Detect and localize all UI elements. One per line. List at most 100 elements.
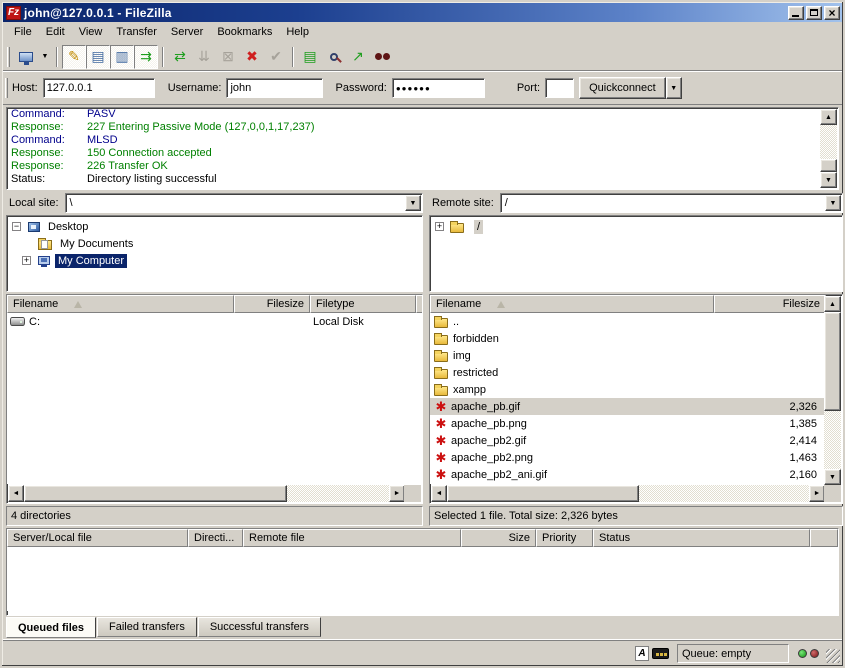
log-scrollbar[interactable] [820, 109, 837, 188]
scroll-track[interactable] [824, 312, 841, 469]
toggle-local-tree-button[interactable]: ▤ [86, 45, 110, 69]
port-input[interactable] [545, 78, 574, 98]
menu-help[interactable]: Help [279, 24, 316, 40]
host-input[interactable] [43, 78, 155, 98]
column-filesize[interactable]: Filesize [234, 295, 310, 313]
scroll-up-button[interactable] [824, 296, 841, 312]
disconnect-button[interactable]: ✖ [240, 45, 264, 69]
scroll-up-button[interactable] [820, 109, 837, 125]
remote-file-row[interactable]: ✱apache_pb2.gif2,414 [430, 432, 826, 449]
remote-list-body: .. forbidden img restricted xampp ✱apach… [430, 313, 826, 484]
refresh-button[interactable]: ⇄ [168, 45, 192, 69]
scrollbar-corner [824, 485, 841, 502]
menu-server[interactable]: Server [164, 24, 210, 40]
scroll-thumb[interactable] [820, 159, 837, 172]
process-queue-button[interactable]: ⇊ [192, 45, 216, 69]
remote-file-row[interactable]: ✱apache_pb.png1,385 [430, 415, 826, 432]
column-filename[interactable]: Filename [430, 295, 714, 313]
remote-dir-row[interactable]: restricted [430, 364, 826, 381]
menu-view[interactable]: View [72, 24, 110, 40]
scroll-thumb[interactable] [447, 485, 639, 502]
remote-file-row[interactable]: ✱apache_pb2.png1,463 [430, 449, 826, 466]
tree-item-my-computer[interactable]: My Computer [7, 252, 422, 269]
scroll-right-button[interactable] [809, 485, 825, 502]
close-button[interactable] [824, 6, 840, 20]
quickconnect-button[interactable]: Quickconnect [579, 77, 666, 99]
column-remote-file[interactable]: Remote file [243, 529, 461, 547]
column-status[interactable]: Status [593, 529, 810, 547]
expand-icon[interactable] [435, 222, 444, 231]
combo-dropdown-button[interactable] [825, 195, 841, 211]
site-manager-button[interactable] [14, 45, 38, 69]
column-last-modified[interactable]: L [416, 295, 423, 313]
clear-queue-button[interactable]: ✔ [264, 45, 288, 69]
folder-icon [434, 335, 448, 345]
scroll-track[interactable] [447, 485, 809, 502]
quickbar-grip[interactable] [5, 78, 8, 98]
directory-comparison-button[interactable] [322, 45, 346, 69]
tab-failed-transfers[interactable]: Failed transfers [97, 617, 197, 637]
scroll-left-button[interactable] [431, 485, 447, 502]
scroll-right-button[interactable] [389, 485, 405, 502]
collapse-icon[interactable] [12, 222, 21, 231]
password-input[interactable] [392, 78, 485, 98]
toggle-queue-button[interactable]: ⇉ [134, 45, 158, 69]
scroll-thumb[interactable] [24, 485, 287, 502]
local-site-combobox[interactable]: \ [65, 193, 423, 213]
cancel-operation-button[interactable]: ⊠ [216, 45, 240, 69]
column-server-local-file[interactable]: Server/Local file [7, 529, 188, 547]
remote-file-row-selected[interactable]: ✱apache_pb.gif2,326 [430, 398, 826, 415]
scroll-down-button[interactable] [824, 469, 841, 485]
expand-icon[interactable] [22, 256, 31, 265]
filter-button[interactable]: ▤ [298, 45, 322, 69]
log-text: 150 Connection accepted [87, 147, 212, 160]
scroll-thumb[interactable] [824, 312, 841, 411]
app-icon[interactable]: Fz [6, 6, 21, 20]
column-direction[interactable]: Directi... [188, 529, 243, 547]
column-priority[interactable]: Priority [536, 529, 593, 547]
toggle-message-log-button[interactable]: ✎ [62, 45, 86, 69]
minimize-button[interactable] [788, 6, 804, 20]
menu-bookmarks[interactable]: Bookmarks [210, 24, 279, 40]
remote-vertical-scrollbar[interactable] [824, 296, 841, 485]
remote-horizontal-scrollbar[interactable] [431, 485, 825, 502]
toolbar-grip[interactable] [7, 47, 10, 67]
site-manager-dropdown-button[interactable]: ▼ [38, 45, 52, 69]
column-size[interactable]: Size [461, 529, 536, 547]
tree-item-my-documents[interactable]: My Documents [7, 235, 422, 252]
local-horizontal-scrollbar[interactable] [8, 485, 405, 502]
scroll-track[interactable] [24, 485, 389, 502]
tree-item-root[interactable]: / [430, 218, 842, 235]
menu-transfer[interactable]: Transfer [109, 24, 164, 40]
scroll-down-button[interactable] [820, 172, 837, 188]
remote-site-combobox[interactable]: / [500, 193, 843, 213]
tree-item-desktop[interactable]: Desktop [7, 218, 422, 235]
tab-queued-files[interactable]: Queued files [6, 617, 96, 638]
tab-successful-transfers[interactable]: Successful transfers [198, 617, 321, 637]
username-input[interactable] [226, 78, 323, 98]
toggle-remote-tree-button[interactable]: ▥ [110, 45, 134, 69]
scroll-track[interactable] [820, 125, 837, 172]
synchronized-browsing-button[interactable]: ↗ [346, 45, 370, 69]
remote-dir-row[interactable]: img [430, 347, 826, 364]
filename-cell: xampp [430, 384, 714, 396]
scroll-left-button[interactable] [8, 485, 24, 502]
local-tree-icon: ▤ [91, 48, 104, 65]
remote-dir-row[interactable]: .. [430, 313, 826, 330]
maximize-button[interactable] [806, 6, 822, 20]
find-files-button[interactable] [370, 45, 394, 69]
filename-cell: ✱apache_pb2.png [430, 451, 714, 464]
column-filename[interactable]: Filename [7, 295, 234, 313]
menu-edit[interactable]: Edit [39, 24, 72, 40]
column-filetype[interactable]: Filetype [310, 295, 416, 313]
combo-dropdown-button[interactable] [405, 195, 421, 211]
menu-file[interactable]: File [7, 24, 39, 40]
local-file-row[interactable]: C: Local Disk [7, 313, 422, 330]
remote-file-row[interactable]: ✱apache_pb2_ani.gif2,160 [430, 466, 826, 483]
local-site-row: Local site: \ [6, 193, 423, 213]
remote-dir-row[interactable]: xampp [430, 381, 826, 398]
resize-grip[interactable] [826, 649, 840, 663]
column-filesize[interactable]: Filesize [714, 295, 826, 313]
quickconnect-dropdown-button[interactable] [666, 77, 682, 99]
remote-dir-row[interactable]: forbidden [430, 330, 826, 347]
